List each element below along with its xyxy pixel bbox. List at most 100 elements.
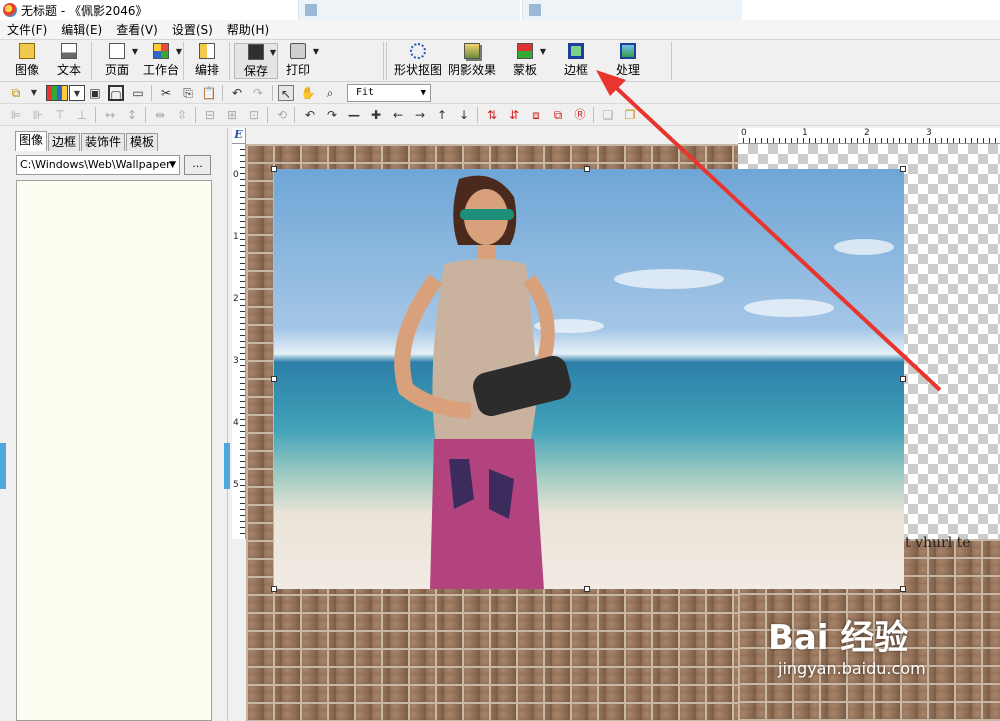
pointer-icon[interactable]: ↖ [278,85,294,101]
zoom-select[interactable]: Fit ▼ [347,84,431,102]
align-toolbar: ⊫ ⊪ ⊤ ⊥ ↔ ↕ ⇹ ⇳ ⊟ ⊞ ⊡ ⟲ ↶ ↷ — ✚ ← → ↑ ↓ … [0,104,1000,126]
send-backward-icon[interactable]: ⧉ [550,107,566,123]
selected-photo[interactable] [274,169,904,589]
fit-page-icon[interactable]: ▢ [108,85,124,102]
process-button[interactable]: 处理 [606,43,650,79]
dropdown-arrow-icon: ▼ [169,160,176,170]
resize-handle[interactable] [584,586,590,592]
main-toolbar: 图像 文本 ▼ 页面 ▼ 工作台 编排 ▼ 保存 ▼ 打印 形状抠图 阴影效果 … [0,40,1000,82]
minus-icon[interactable]: — [346,107,362,123]
ruler-corner[interactable]: E [232,128,246,144]
tab-template[interactable]: 模板 [126,133,159,151]
dropdown-arrow-icon[interactable]: ▼ [26,85,42,101]
tab-decoration[interactable]: 装饰件 [81,133,126,151]
same-height-icon[interactable]: ↕ [124,107,140,123]
distribute-icon[interactable]: ⊡ [246,107,262,123]
align-right-icon[interactable]: ⊪ [30,107,46,123]
collapse-handle[interactable] [224,443,230,489]
same-width-icon[interactable]: ↔ [102,107,118,123]
title-bar: 无标题 - 《佩影2046》 [0,0,1000,20]
resize-handle[interactable] [271,586,277,592]
color-grid-icon[interactable] [46,85,68,101]
paste-icon[interactable]: 📋 [201,85,217,101]
align-top-icon[interactable]: ⊤ [52,107,68,123]
flip-icon[interactable]: ⟲ [274,107,290,123]
bring-forward-icon[interactable]: ⧈ [528,107,544,123]
monitor-icon[interactable]: ▣ [87,85,103,101]
menu-edit[interactable]: 编辑(E) [54,21,109,38]
zoom-value: Fit [356,87,375,98]
align-left-icon[interactable]: ⊫ [8,107,24,123]
align-bottom-icon[interactable]: ⊥ [74,107,90,123]
center-horizontal-icon[interactable]: ⇹ [152,107,168,123]
distribute-h-icon[interactable]: ⊟ [202,107,218,123]
ruler-label: 4 [233,418,239,428]
save-button[interactable]: ▼ 保存 [234,43,278,79]
reset-icon[interactable]: Ⓡ [572,107,588,123]
dropdown-arrow-icon: ▼ [539,47,546,56]
browse-button[interactable]: ... [184,155,211,175]
crop-frame-icon[interactable]: ▭ [130,85,146,101]
hand-icon[interactable]: ✋ [300,85,316,101]
workbench-icon [153,43,169,59]
background-tab [298,0,520,20]
order-back-icon[interactable]: ⇵ [506,107,522,123]
ungroup-icon[interactable]: ❐ [622,107,638,123]
frame-button[interactable]: 边框 [554,43,598,79]
separator [222,85,223,101]
separator [95,107,96,123]
resize-handle[interactable] [900,376,906,382]
printer-icon [290,43,306,59]
separator [151,85,152,101]
text-button[interactable]: 文本 [47,43,91,79]
resize-handle[interactable] [900,586,906,592]
image-button[interactable]: 图像 [5,43,49,79]
tab-image[interactable]: 图像 [15,131,48,151]
arrow-up-icon[interactable]: ↑ [434,107,450,123]
center-vertical-icon[interactable]: ⇳ [174,107,190,123]
resize-handle[interactable] [900,166,906,172]
dropdown-arrow-icon: ▼ [175,47,182,56]
arrow-down-icon[interactable]: ↓ [456,107,472,123]
image-button-label: 图像 [14,63,39,77]
separator [294,107,295,123]
layers-icon[interactable]: ⧉ [8,85,24,101]
dropdown-arrow-icon[interactable]: ▼ [69,85,85,101]
mask-button[interactable]: ▼ 蒙板 [503,43,547,79]
rotate-left-icon[interactable]: ↶ [302,107,318,123]
tab-frame[interactable]: 边框 [48,133,81,151]
workbench-button[interactable]: ▼ 工作台 [139,43,183,79]
menu-view[interactable]: 查看(V) [109,21,165,38]
arrow-left-icon[interactable]: ← [390,107,406,123]
watermark-url: jingyan.baidu.com [778,659,926,678]
plus-icon[interactable]: ✚ [368,107,384,123]
print-button[interactable]: ▼ 打印 [276,43,320,79]
resize-handle[interactable] [584,166,590,172]
cut-icon[interactable]: ✂ [158,85,174,101]
redo-icon[interactable]: ↷ [250,85,266,101]
rotate-right-icon[interactable]: ↷ [324,107,340,123]
resize-handle[interactable] [271,166,277,172]
folder-path-select[interactable]: C:\Windows\Web\Wallpaper ▼ [16,155,180,175]
panel-tabs: 图像 边框 装饰件 模板 [15,131,159,151]
zoom-icon[interactable]: ⌕ [322,85,338,101]
ruler-label: 2 [864,128,870,138]
shape-crop-button[interactable]: 形状抠图 [391,43,445,79]
menu-settings[interactable]: 设置(S) [165,21,220,38]
menu-help[interactable]: 帮助(H) [220,21,276,38]
layout-button[interactable]: 编排 [185,43,229,79]
group-icon[interactable]: ❏ [600,107,616,123]
undo-icon[interactable]: ↶ [229,85,245,101]
shadow-effect-button[interactable]: 阴影效果 [445,43,499,79]
copy-icon[interactable]: ⎘ [180,85,196,101]
resize-handle[interactable] [271,376,277,382]
ruler-label: 3 [233,356,239,366]
page-button[interactable]: ▼ 页面 [95,43,139,79]
distribute-v-icon[interactable]: ⊞ [224,107,240,123]
watermark-logo: Bai 经验 [768,618,909,658]
order-front-icon[interactable]: ⇅ [484,107,500,123]
menu-file[interactable]: 文件(F) [0,21,54,38]
file-list[interactable] [16,180,212,721]
arrow-right-icon[interactable]: → [412,107,428,123]
collapse-handle[interactable] [0,443,6,489]
